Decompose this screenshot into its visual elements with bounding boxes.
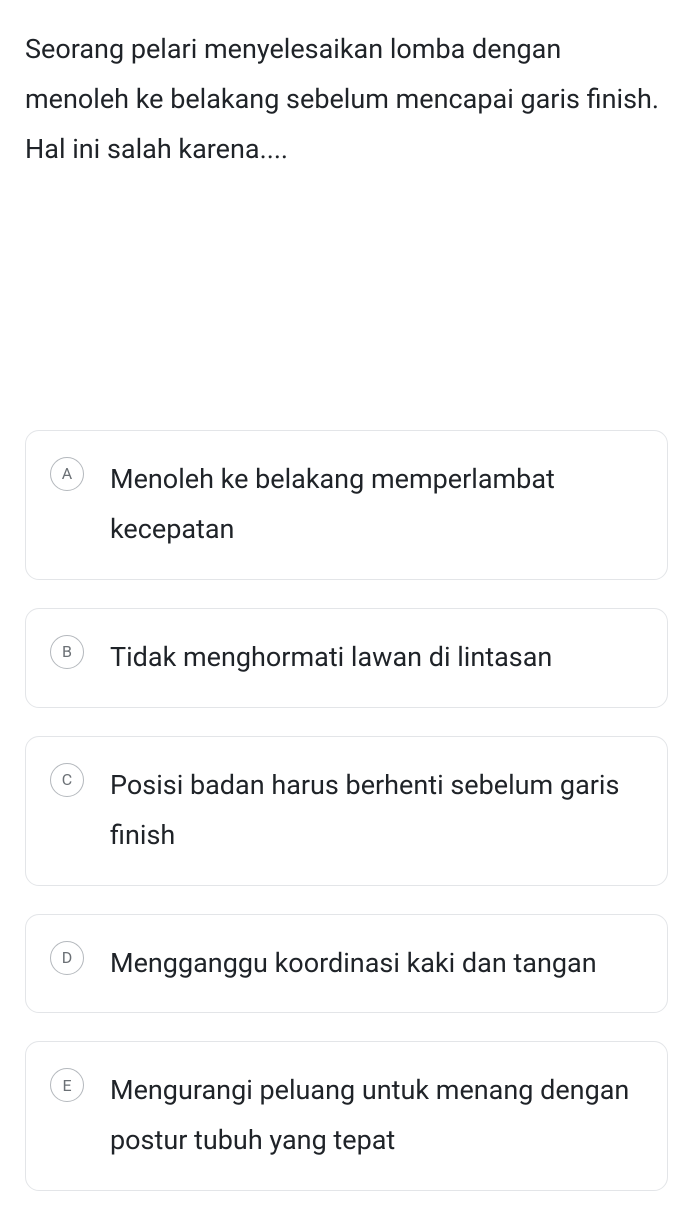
option-d[interactable]: D Mengganggu koordinasi kaki dan tangan	[25, 914, 668, 1014]
option-letter-badge: C	[50, 763, 84, 797]
option-a[interactable]: A Menoleh ke belakang memperlambat kecep…	[25, 430, 668, 580]
question-text: Seorang pelari menyelesaikan lomba denga…	[25, 25, 668, 175]
option-text: Tidak menghormati lawan di lintasan	[110, 633, 639, 683]
option-text: Posisi badan harus berhenti sebelum gari…	[110, 761, 639, 861]
option-b[interactable]: B Tidak menghormati lawan di lintasan	[25, 608, 668, 708]
option-c[interactable]: C Posisi badan harus berhenti sebelum ga…	[25, 736, 668, 886]
option-letter-badge: D	[50, 941, 84, 975]
option-letter-badge: E	[50, 1068, 84, 1102]
option-text: Mengganggu koordinasi kaki dan tangan	[110, 939, 639, 989]
options-container: A Menoleh ke belakang memperlambat kecep…	[0, 430, 693, 1192]
option-letter-badge: B	[50, 635, 84, 669]
option-e[interactable]: E Mengurangi peluang untuk menang dengan…	[25, 1041, 668, 1191]
question-container: Seorang pelari menyelesaikan lomba denga…	[0, 0, 693, 175]
option-letter-badge: A	[50, 457, 84, 491]
option-text: Menoleh ke belakang memperlambat kecepat…	[110, 455, 639, 555]
option-text: Mengurangi peluang untuk menang dengan p…	[110, 1066, 639, 1166]
